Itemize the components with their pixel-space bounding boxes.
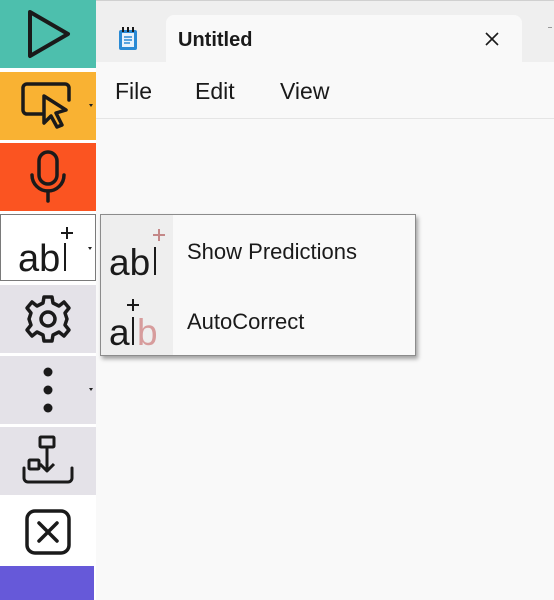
close-box-icon	[24, 508, 72, 556]
chevron-down-icon	[89, 388, 93, 391]
menu-item-label: AutoCorrect	[187, 309, 305, 334]
tab-untitled[interactable]: Untitled	[166, 15, 522, 65]
tab-title: Untitled	[178, 29, 253, 51]
play-button[interactable]	[0, 0, 96, 68]
predictions-icon: ab	[107, 223, 167, 283]
menu-view[interactable]: View	[280, 78, 329, 105]
side-toolbar: ab	[0, 0, 96, 600]
predictions-button[interactable]: ab	[0, 214, 96, 281]
vertical-ellipsis-icon	[41, 365, 55, 415]
select-button[interactable]	[0, 72, 96, 140]
menu-edit[interactable]: Edit	[195, 78, 235, 105]
text-predict-icon: ab	[16, 219, 80, 277]
cursor-select-icon	[20, 80, 76, 132]
autocorrect-icon: a b	[107, 293, 167, 353]
more-button[interactable]	[0, 356, 96, 424]
svg-text:b: b	[137, 312, 158, 349]
menu-item-show-predictions[interactable]: ab Show Predictions	[101, 215, 415, 285]
dictation-button[interactable]	[0, 143, 96, 211]
menu-item-label: Show Predictions	[187, 239, 357, 264]
close-icon[interactable]	[482, 29, 502, 49]
gear-icon	[23, 294, 73, 344]
download-tray-icon	[21, 434, 75, 488]
play-icon	[24, 8, 72, 60]
chevron-down-icon	[88, 247, 92, 250]
menu-item-autocorrect[interactable]: a b AutoCorrect	[101, 285, 415, 355]
chevron-down-icon	[89, 104, 93, 107]
svg-text:ab: ab	[18, 238, 60, 277]
text-editor[interactable]	[96, 119, 554, 600]
notepad-icon	[118, 27, 138, 55]
settings-button[interactable]	[0, 285, 96, 353]
download-button[interactable]	[0, 427, 96, 495]
menu-file[interactable]: File	[115, 78, 152, 105]
predictions-menu: ab Show Predictions a b AutoCorrect	[100, 214, 416, 356]
microphone-icon	[24, 149, 72, 205]
new-tab-edge	[548, 27, 552, 28]
tab-strip: Untitled	[96, 0, 554, 65]
svg-text:a: a	[109, 312, 130, 349]
svg-text:ab: ab	[109, 242, 150, 279]
close-toolbar-button[interactable]	[0, 498, 96, 566]
menu-bar: File Edit View	[96, 62, 554, 119]
accent-bar[interactable]	[0, 566, 94, 600]
